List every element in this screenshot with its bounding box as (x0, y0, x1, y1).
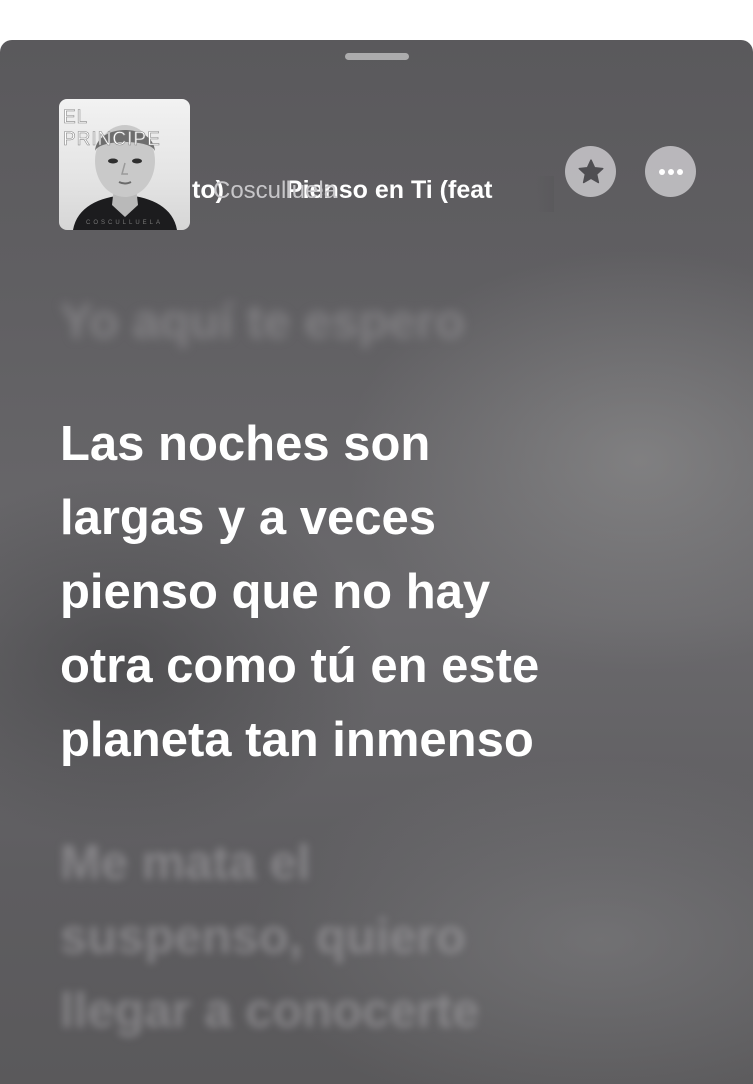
favorite-button[interactable] (565, 146, 616, 197)
star-icon (578, 158, 603, 183)
lyric-line-next[interactable]: Me mata el suspenso, quiero llegar a con… (60, 826, 720, 1048)
sheet-grabber-handle[interactable] (345, 53, 409, 60)
album-artwork[interactable]: EL PRINCIPE COSCULLUELA (59, 99, 190, 230)
ellipsis-icon (658, 168, 683, 175)
more-options-button[interactable] (645, 146, 696, 197)
now-playing-sheet: EL PRINCIPE COSCULLUELA to) Pienso en Ti … (0, 40, 753, 1084)
artwork-cover-artist: COSCULLUELA (85, 220, 163, 226)
marquee-fade (536, 176, 554, 212)
artwork-cover-title: EL PRINCIPE (63, 107, 161, 151)
artist-name[interactable]: Cosculluela (213, 177, 337, 205)
lyric-line-previous[interactable]: Yo aquí te espero (60, 285, 720, 359)
lyric-line-current[interactable]: Las noches son largas y a veces pienso q… (60, 407, 720, 777)
